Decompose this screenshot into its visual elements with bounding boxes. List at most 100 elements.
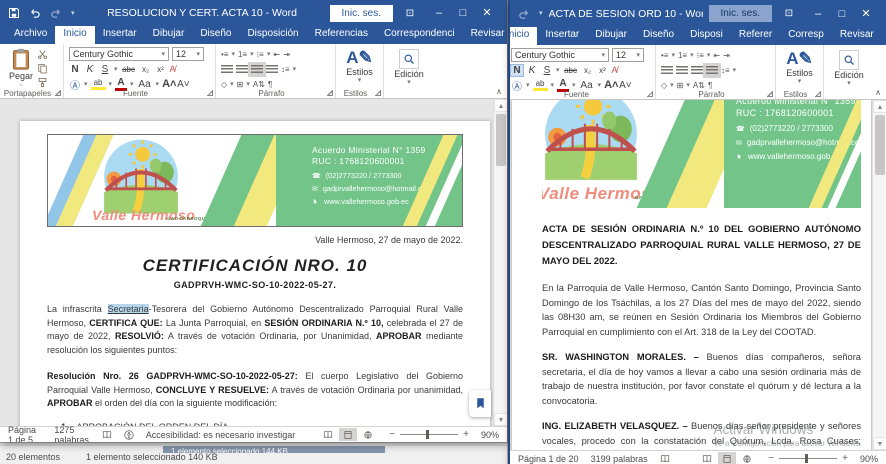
tab-dibujar[interactable]: Dibujar	[587, 27, 635, 45]
multilevel-list-icon[interactable]: ⁝≡	[697, 51, 704, 60]
font-name-combo[interactable]: Century Gothic▾	[69, 47, 169, 61]
save-icon[interactable]	[8, 7, 20, 19]
borders-icon[interactable]: ⊞	[237, 80, 244, 89]
change-case-button[interactable]: Aa	[137, 79, 153, 90]
resume-reading-bookmark[interactable]	[469, 390, 491, 417]
shading-icon[interactable]: ◇	[221, 80, 227, 89]
scrollbar-thumb[interactable]	[496, 114, 506, 166]
underline-button[interactable]: S	[99, 64, 111, 75]
qat-customize-icon[interactable]: ▾	[539, 10, 543, 17]
shrink-font-button[interactable]: A˅	[619, 80, 631, 91]
page-indicator[interactable]: Página 1 de 20	[518, 454, 579, 464]
redo-icon[interactable]	[50, 7, 62, 19]
document-area[interactable]: Valle Hermoso GAD PARROQUIAL Acuerdo Min…	[510, 100, 886, 450]
scrollbar-thumb[interactable]	[875, 115, 885, 175]
tab-vista[interactable]: Vista	[882, 27, 886, 45]
vertical-scrollbar[interactable]: ▲ ▼	[872, 100, 886, 450]
scroll-down-arrow[interactable]: ▼	[873, 437, 886, 450]
styles-dialog-launcher[interactable]	[375, 90, 381, 96]
tab-disposicion[interactable]: Disposición	[239, 26, 306, 44]
paragraph-dialog-launcher[interactable]	[327, 90, 333, 96]
tab-insertar[interactable]: Insertar	[95, 26, 145, 44]
letterhead-banner[interactable]: Valle Hermoso GAD PARROQUIAL Acuerdo Min…	[47, 134, 463, 227]
zoom-out-button[interactable]: −	[389, 429, 395, 440]
superscript-button[interactable]: x²	[155, 65, 167, 74]
zoom-slider-knob[interactable]	[426, 430, 429, 439]
maximize-button[interactable]: □	[451, 0, 475, 26]
align-left-icon[interactable]	[661, 66, 673, 75]
clipboard-dialog-launcher[interactable]	[55, 90, 61, 96]
tab-referencias[interactable]: Referer	[731, 27, 780, 45]
sign-in-button[interactable]: Inic. ses.	[709, 5, 772, 22]
italic-button[interactable]: K	[526, 65, 538, 76]
sign-in-button[interactable]: Inic. ses.	[330, 5, 393, 22]
font-dialog-launcher[interactable]	[647, 91, 653, 97]
maximize-button[interactable]: □	[830, 1, 854, 27]
format-painter-icon[interactable]	[37, 77, 48, 88]
sort-icon[interactable]: A⇅	[693, 81, 705, 90]
zoom-level[interactable]: 90%	[860, 454, 878, 464]
align-right-icon[interactable]	[691, 66, 703, 75]
read-mode-icon[interactable]	[319, 428, 337, 441]
bullets-icon[interactable]: •≡	[221, 50, 228, 59]
proofing-icon[interactable]	[660, 454, 670, 464]
tab-inicio[interactable]: Inicio	[55, 26, 94, 44]
increase-indent-icon[interactable]: ⇥	[723, 51, 730, 60]
shrink-font-button[interactable]: A˅	[177, 79, 189, 90]
tab-disposicion[interactable]: Disposi	[682, 27, 731, 45]
tab-revisar[interactable]: Revisar	[463, 26, 507, 44]
tab-correspondencia[interactable]: Corresp	[780, 27, 832, 45]
collapse-ribbon-icon[interactable]: ∧	[496, 87, 502, 96]
scroll-up-arrow[interactable]: ▲	[494, 99, 507, 112]
document-page[interactable]: Valle Hermoso GAD PARROQUIAL Acuerdo Min…	[20, 121, 490, 426]
borders-icon[interactable]: ⊞	[677, 81, 684, 90]
clear-formatting-icon[interactable]: A̸	[612, 65, 618, 75]
decrease-indent-icon[interactable]: ⇤	[713, 51, 720, 60]
paste-button[interactable]: Pegar▾	[5, 47, 37, 90]
shading-icon[interactable]: ◇	[661, 81, 667, 90]
increase-indent-icon[interactable]: ⇥	[283, 50, 290, 59]
tab-inicio[interactable]: Inicio	[508, 27, 537, 45]
align-right-icon[interactable]	[251, 65, 263, 74]
zoom-level[interactable]: 90%	[481, 430, 499, 440]
numbering-icon[interactable]: 1≡	[678, 51, 687, 60]
bullets-icon[interactable]: •≡	[661, 51, 668, 60]
subscript-button[interactable]: x₂	[582, 66, 594, 75]
title-bar[interactable]: ▾ RESOLUCION Y CERT. ACTA 10 - Word Inic…	[0, 0, 507, 26]
close-button[interactable]: ✕	[475, 0, 499, 26]
minimize-button[interactable]: –	[806, 1, 830, 27]
copy-icon[interactable]	[37, 63, 48, 74]
align-center-icon[interactable]	[676, 66, 688, 75]
multilevel-list-icon[interactable]: ⁝≡	[257, 50, 264, 59]
decrease-indent-icon[interactable]: ⇤	[273, 50, 280, 59]
line-spacing-icon[interactable]: ↕≡	[281, 65, 290, 74]
styles-dialog-launcher[interactable]	[815, 91, 821, 97]
undo-icon[interactable]	[29, 7, 41, 19]
tab-correspondencia[interactable]: Correspondenci	[376, 26, 463, 44]
align-left-icon[interactable]	[221, 65, 233, 74]
subscript-button[interactable]: x₂	[140, 65, 152, 74]
strikethrough-button[interactable]: abc	[563, 66, 579, 75]
justify-icon[interactable]	[706, 66, 718, 75]
page-indicator[interactable]: Página 1 de 5	[8, 425, 42, 443]
zoom-in-button[interactable]: +	[463, 429, 469, 440]
scroll-down-arrow[interactable]: ▼	[494, 413, 507, 426]
qat-customize-icon[interactable]: ▾	[71, 10, 75, 17]
redo-icon[interactable]	[518, 8, 530, 20]
bold-button[interactable]: N	[69, 64, 81, 75]
justify-icon[interactable]	[266, 65, 278, 74]
print-layout-icon[interactable]	[718, 452, 736, 464]
close-button[interactable]: ✕	[854, 1, 878, 27]
tab-diseno[interactable]: Diseño	[635, 27, 682, 45]
accessibility-icon[interactable]	[124, 430, 134, 440]
tab-referencias[interactable]: Referencias	[307, 26, 376, 44]
zoom-out-button[interactable]: −	[768, 453, 774, 464]
show-marks-icon[interactable]: ¶	[268, 80, 272, 89]
show-marks-icon[interactable]: ¶	[708, 81, 712, 90]
tab-archivo[interactable]: Archivo	[6, 26, 55, 44]
word-count[interactable]: 3199 palabras	[591, 454, 648, 464]
ribbon-display-options-icon[interactable]: ⊡	[778, 8, 800, 19]
styles-button[interactable]: A✎ Estilos▾	[781, 48, 818, 87]
tab-insertar[interactable]: Insertar	[537, 27, 587, 45]
word-count[interactable]: 1275 palabras	[54, 425, 89, 443]
